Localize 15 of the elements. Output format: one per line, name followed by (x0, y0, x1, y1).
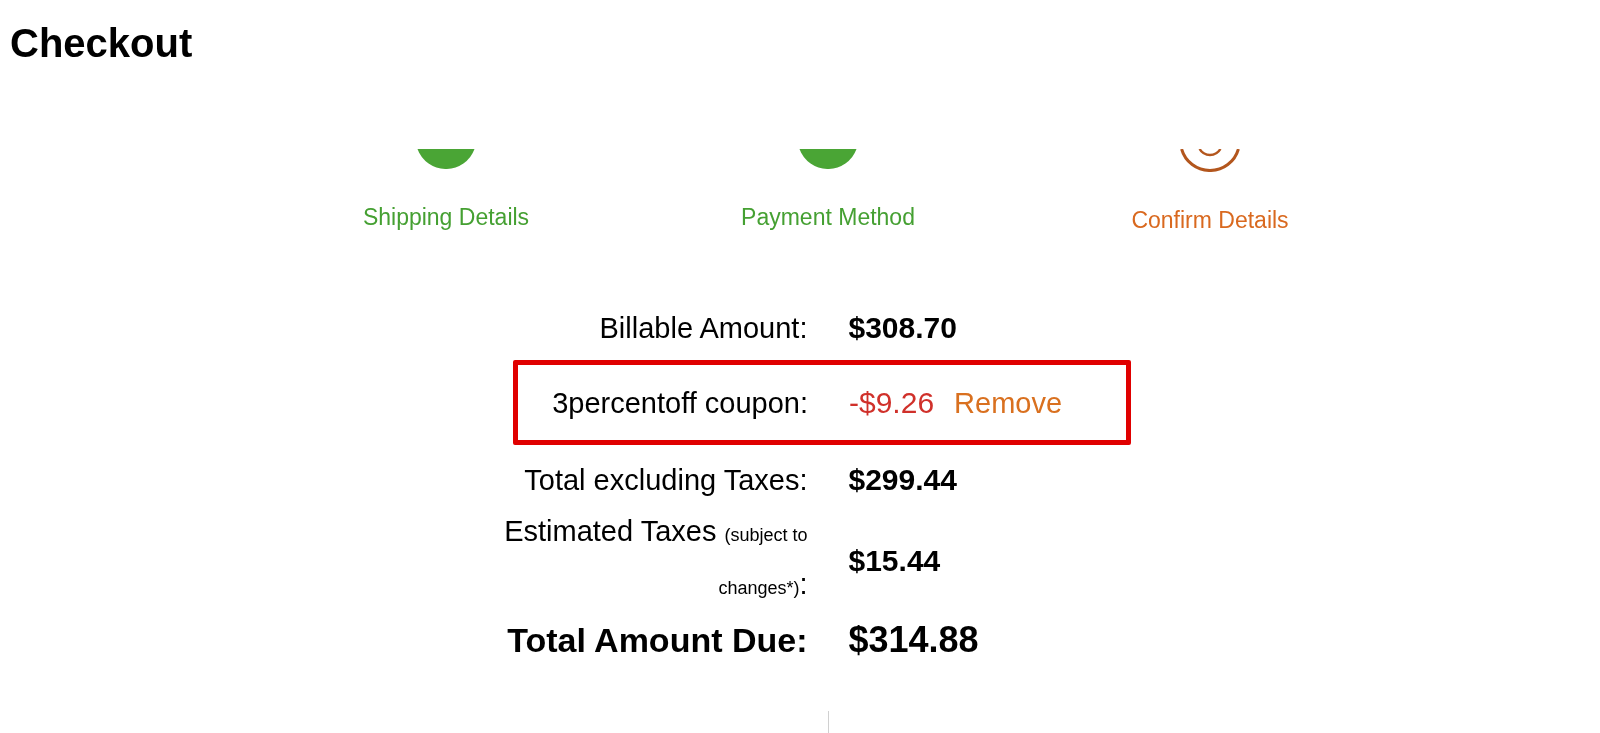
step-label[interactable]: Confirm Details (1131, 205, 1289, 235)
summary-label: Total excluding Taxes: (523, 463, 808, 498)
total-value: $314.88 (848, 619, 980, 661)
summary-value: $15.44 (848, 543, 942, 579)
discount-value: -$9.26 (849, 384, 935, 421)
summary-label: Billable Amount: (598, 311, 808, 346)
page-title: Checkout (10, 20, 193, 67)
step-label[interactable]: Shipping Details (362, 202, 530, 232)
total-label: Total Amount Due: (506, 620, 808, 661)
remove-link[interactable]: Remove (954, 384, 1063, 421)
summary-value: $308.70 (848, 310, 958, 346)
summary-label: Estimated Taxes (subject to changes*): (503, 514, 808, 602)
step-label[interactable]: Payment Method (741, 202, 915, 232)
coupon-label: 3percentoff coupon: (551, 385, 808, 421)
summary-value: $299.44 (848, 462, 958, 498)
